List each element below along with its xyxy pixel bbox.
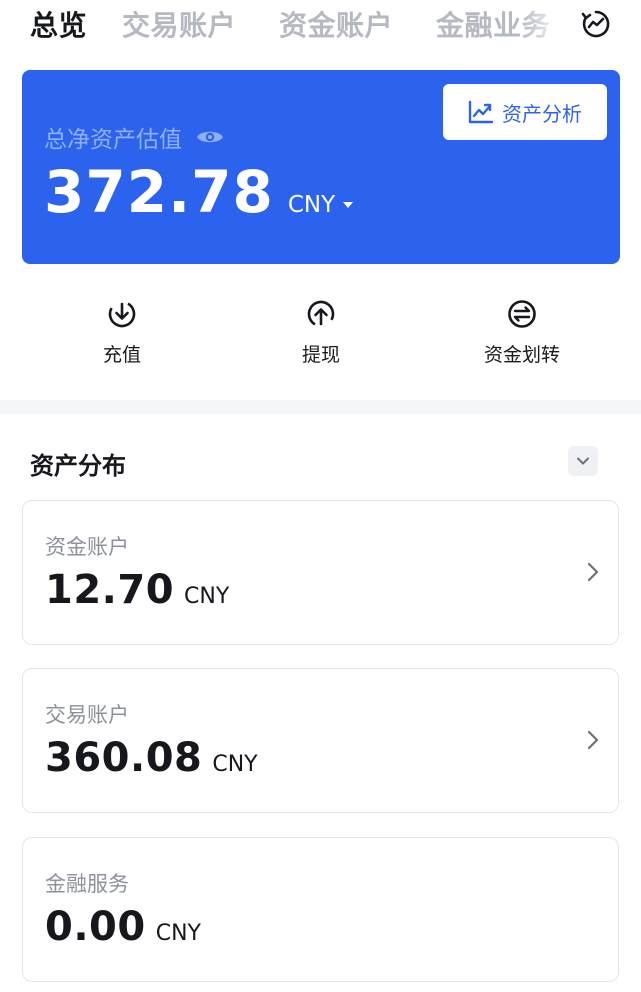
- tab-funding-account[interactable]: 资金账户: [279, 4, 393, 44]
- account-currency: CNY: [212, 752, 258, 777]
- net-asset-value-row: 372.78 CNY: [44, 158, 354, 226]
- net-asset-label-row: 总净资产估值: [44, 120, 224, 154]
- account-label: 交易账户: [45, 703, 129, 727]
- asset-distribution-title: 资产分布: [30, 452, 126, 480]
- upload-icon: [307, 300, 335, 328]
- net-asset-label: 总净资产估值: [44, 127, 182, 153]
- asset-analysis-button[interactable]: 资产分析: [443, 84, 607, 140]
- transfer-icon: [508, 300, 536, 328]
- account-value-row: 0.00 CNY: [45, 904, 201, 950]
- account-currency: CNY: [184, 584, 230, 609]
- account-currency: CNY: [155, 921, 201, 946]
- currency-selector[interactable]: CNY: [287, 192, 354, 218]
- tab-trading-account[interactable]: 交易账户: [122, 4, 236, 44]
- account-label: 资金账户: [45, 535, 129, 559]
- tab-fade: [520, 0, 575, 48]
- tab-overview[interactable]: 总览: [30, 4, 87, 44]
- collapse-button[interactable]: [568, 446, 598, 476]
- net-asset-value: 372.78: [44, 158, 274, 226]
- caret-down-icon: [343, 202, 354, 208]
- chevron-right-icon: [587, 562, 599, 582]
- withdraw-label: 提现: [301, 344, 340, 366]
- withdraw-button[interactable]: 提现: [251, 298, 391, 367]
- history-chart-icon: [581, 10, 610, 38]
- currency-label: CNY: [287, 192, 336, 218]
- account-value-row: 12.70 CNY: [45, 567, 229, 613]
- financial-service-card[interactable]: 金融服务 0.00 CNY: [22, 837, 619, 982]
- deposit-button[interactable]: 充值: [52, 298, 192, 367]
- quick-actions: 充值 提现 资金划转: [0, 286, 641, 386]
- transfer-label: 资金划转: [483, 344, 560, 366]
- net-asset-card: 总净资产估值 372.78 CNY 资产分析: [22, 70, 620, 264]
- funding-account-card[interactable]: 资金账户 12.70 CNY: [22, 500, 619, 645]
- transfer-button[interactable]: 资金划转: [452, 298, 592, 367]
- eye-icon[interactable]: [196, 128, 224, 146]
- account-value: 12.70: [45, 567, 175, 613]
- chevron-right-icon: [587, 730, 599, 750]
- trading-account-card[interactable]: 交易账户 360.08 CNY: [22, 668, 619, 813]
- account-value: 0.00: [45, 904, 146, 950]
- chevron-down-icon: [577, 457, 589, 465]
- asset-analysis-label: 资产分析: [502, 101, 582, 126]
- account-label: 金融服务: [45, 872, 129, 896]
- download-icon: [108, 300, 136, 328]
- trend-chart-icon: [468, 100, 494, 124]
- account-value: 360.08: [45, 735, 203, 781]
- account-value-row: 360.08 CNY: [45, 735, 258, 781]
- account-tabs: 总览 交易账户 资金账户 金融业务: [0, 0, 641, 48]
- section-divider: [0, 400, 641, 414]
- deposit-label: 充值: [102, 344, 141, 366]
- history-button[interactable]: [576, 4, 616, 44]
